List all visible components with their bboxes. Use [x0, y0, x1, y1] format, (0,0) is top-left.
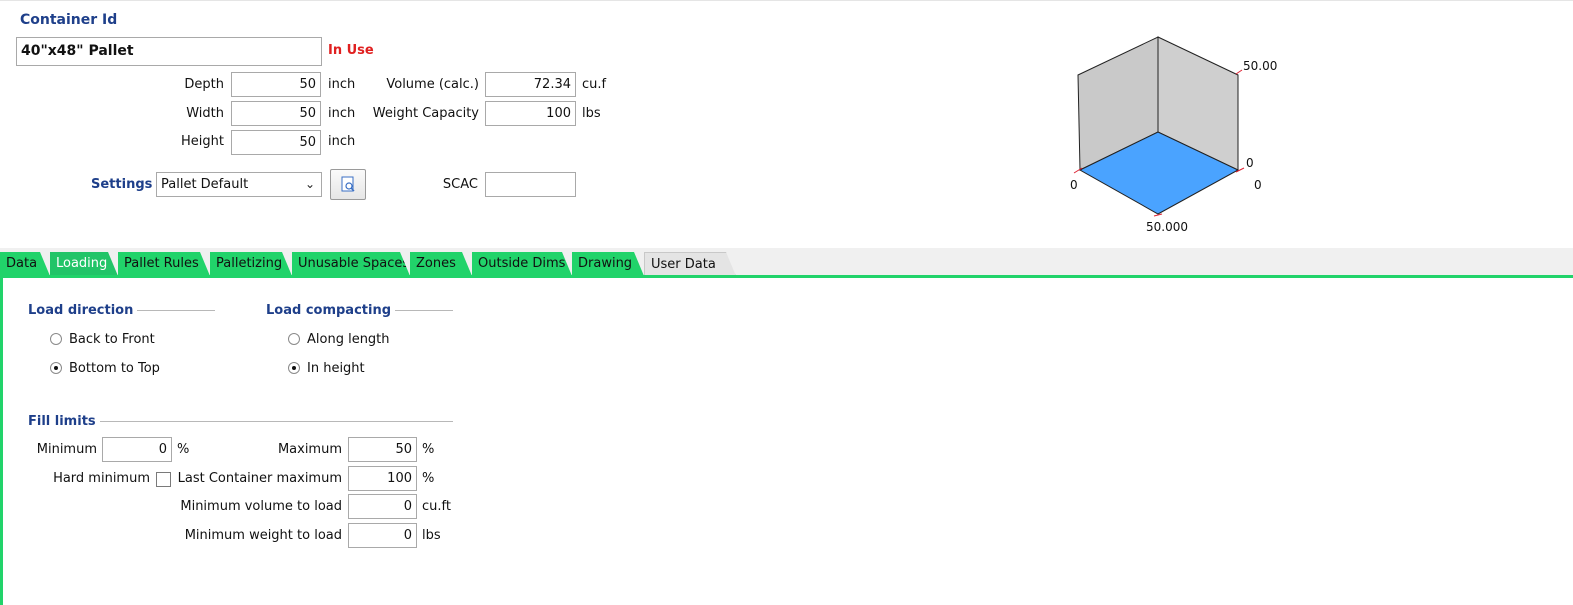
document-search-icon: [341, 176, 355, 192]
scac-label: SCAC: [442, 177, 478, 192]
minimum-unit: %: [177, 442, 190, 457]
min-volume-unit: cu.ft: [422, 499, 451, 514]
bottom-to-top-label: Bottom to Top: [69, 361, 160, 376]
height-unit: inch: [328, 134, 356, 149]
top-border: [0, 0, 1573, 1]
hard-minimum-label: Hard minimum: [53, 471, 150, 486]
last-container-max-unit: %: [422, 471, 435, 486]
minimum-input[interactable]: 0: [102, 437, 172, 462]
height-input[interactable]: 50: [231, 130, 321, 155]
depth-label: Depth: [184, 77, 224, 92]
depth-unit: inch: [328, 77, 356, 92]
maximum-unit: %: [422, 442, 435, 457]
min-weight-input[interactable]: 0: [348, 523, 417, 548]
in-height-label: In height: [307, 361, 365, 376]
last-container-max-input[interactable]: 100: [348, 466, 417, 491]
container-3d-preview: 50.00 0 0 0 50.000: [1070, 36, 1277, 234]
tab-pallet-rules[interactable]: Pallet Rules: [118, 252, 210, 276]
volume-label: Volume (calc.): [386, 77, 479, 92]
container-id-label: Container Id: [20, 12, 118, 28]
radio-in-height[interactable]: [288, 362, 300, 374]
radio-bottom-to-top[interactable]: [50, 362, 62, 374]
depth-input[interactable]: 50: [231, 72, 321, 97]
preview-label-bottom: 50.000: [1146, 220, 1188, 234]
maximum-input[interactable]: 50: [348, 437, 417, 462]
tab-drawing[interactable]: Drawing: [572, 252, 644, 276]
preview-tick-top: [1235, 69, 1243, 75]
volume-input: 72.34: [485, 72, 576, 97]
maximum-label: Maximum: [277, 442, 342, 457]
width-input[interactable]: 50: [231, 101, 321, 126]
loading-panel: [0, 275, 1573, 605]
settings-dropdown[interactable]: Pallet Default ⌄: [156, 172, 322, 197]
last-container-max-label: Last Container maximum: [177, 471, 342, 486]
back-to-front-label: Back to Front: [69, 332, 155, 347]
width-label: Width: [186, 106, 224, 121]
weight-capacity-unit: lbs: [582, 106, 601, 121]
tab-user-data[interactable]: User Data: [644, 252, 736, 276]
container-id-input[interactable]: 40"x48" Pallet: [16, 37, 322, 66]
min-weight-unit: lbs: [422, 528, 441, 543]
weight-capacity-input[interactable]: 100: [485, 101, 576, 126]
settings-selected: Pallet Default: [161, 177, 249, 192]
status-in-use: In Use: [328, 43, 374, 58]
tab-outside-dims[interactable]: Outside Dims: [472, 252, 572, 276]
load-direction-title: Load direction: [28, 303, 138, 318]
height-label: Height: [181, 134, 224, 149]
settings-preview-button[interactable]: [330, 169, 366, 200]
preview-label-top-right: 50.00: [1243, 59, 1277, 73]
settings-label: Settings: [91, 177, 153, 192]
preview-label-right-mid: 0: [1246, 156, 1254, 170]
width-unit: inch: [328, 106, 356, 121]
chevron-down-icon: ⌄: [304, 177, 315, 191]
tab-loading[interactable]: Loading: [50, 252, 118, 276]
radio-along-length[interactable]: [288, 333, 300, 345]
scac-input[interactable]: [485, 172, 576, 197]
volume-unit: cu.f: [582, 77, 607, 92]
load-compacting-title: Load compacting: [266, 303, 396, 318]
tab-unusable-spaces[interactable]: Unusable Spaces: [292, 252, 410, 276]
panel-top-border: [0, 275, 1573, 278]
min-volume-label: Minimum volume to load: [180, 499, 342, 514]
min-weight-label: Minimum weight to load: [184, 528, 342, 543]
min-volume-input[interactable]: 0: [348, 494, 417, 519]
tab-zones[interactable]: Zones: [410, 252, 472, 276]
preview-label-right-low: 0: [1254, 178, 1262, 192]
panel-left-border: [0, 275, 3, 605]
fill-limits-title: Fill limits: [28, 414, 100, 429]
radio-back-to-front[interactable]: [50, 333, 62, 345]
along-length-label: Along length: [307, 332, 390, 347]
tab-palletizing[interactable]: Palletizing: [210, 252, 292, 276]
hard-minimum-checkbox[interactable]: [156, 472, 171, 487]
preview-label-left: 0: [1070, 178, 1078, 192]
weight-capacity-label: Weight Capacity: [372, 106, 479, 121]
minimum-label: Minimum: [36, 442, 97, 457]
